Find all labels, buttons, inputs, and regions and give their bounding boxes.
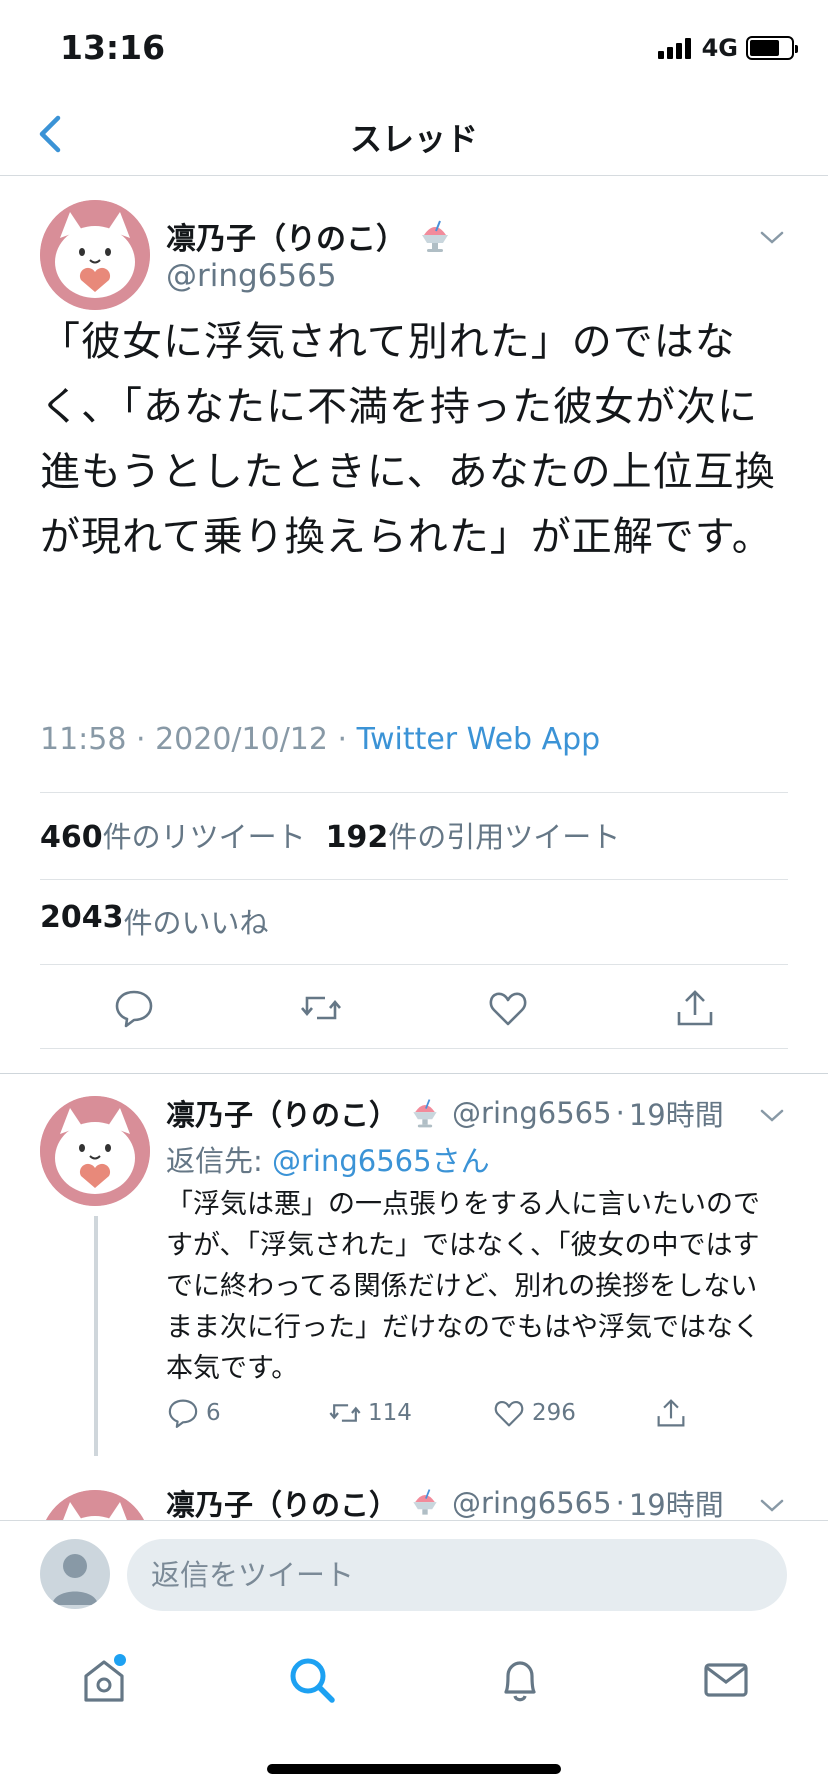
divider: [40, 1048, 788, 1049]
quote-label: 件の引用ツイート: [388, 820, 621, 854]
share-icon: [657, 1399, 685, 1427]
signal-icon: [657, 37, 694, 59]
tweet-text: 「浮気は悪」の一点張りをする人に言いたいのですが、「浮気された」ではなく、「彼女…: [166, 1189, 760, 1384]
separator-dot: ·: [615, 1486, 625, 1520]
tweet-time: 19時間: [628, 1098, 724, 1132]
next-tweet-header: 凛乃子（りのこ） @ring6565 · 19時間: [166, 1482, 724, 1520]
chevron-down-icon[interactable]: [756, 1106, 788, 1126]
reply-input[interactable]: [127, 1539, 787, 1611]
avatar[interactable]: [40, 200, 150, 310]
home-indicator: [267, 1764, 561, 1774]
separator-dot: ·: [615, 1096, 625, 1130]
reply-tweet[interactable]: 凛乃子（りのこ） @ring6565 · 19時間 返信先: @ring6565…: [0, 1074, 828, 1494]
chevron-down-icon[interactable]: [756, 1496, 788, 1516]
reply-to-label: 返信先:: [166, 1144, 272, 1178]
retweet-count: 460: [40, 820, 103, 855]
network-label: 4G: [701, 34, 738, 62]
cat-avatar-icon: [46, 1490, 144, 1520]
tweet-timestamp: 11:58 · 2020/10/12 ·: [40, 722, 357, 757]
compose-bar: [0, 1520, 828, 1630]
status-indicators: 4G: [657, 34, 798, 62]
tab-bar: [0, 1630, 828, 1792]
like-icon: [494, 1400, 524, 1427]
user-avatar[interactable]: [40, 1539, 110, 1609]
shaved-ice-emoji-icon: [413, 1099, 437, 1128]
reply-actions: 6 114 296: [166, 1396, 726, 1440]
retweets-stat[interactable]: 460件のリツイート: [40, 814, 306, 856]
retweet-icon[interactable]: [299, 986, 343, 1030]
tweet-actions: [40, 968, 788, 1048]
like-label: 件のいいね: [123, 906, 269, 940]
retweet-stats: 460件のリツイート 192件の引用ツイート: [40, 814, 640, 856]
retweet-action[interactable]: 114: [328, 1396, 412, 1430]
next-tweet[interactable]: 凛乃子（りのこ） @ring6565 · 19時間: [0, 1466, 828, 1520]
divider: [40, 964, 788, 965]
divider: [40, 879, 788, 880]
status-time: 13:16: [60, 28, 166, 67]
tweet-source-link[interactable]: Twitter Web App: [357, 722, 601, 757]
user-handle[interactable]: @ring6565: [166, 258, 337, 294]
quotes-stat[interactable]: 192件の引用ツイート: [326, 814, 621, 856]
share-action[interactable]: [654, 1396, 694, 1430]
display-name-text: 凛乃子（りのこ）: [166, 222, 406, 257]
tweet-meta: 11:58 · 2020/10/12 · Twitter Web App: [40, 722, 600, 757]
tweet-time: 19時間: [628, 1488, 724, 1520]
reply-count: 6: [206, 1400, 221, 1426]
share-icon[interactable]: [673, 986, 717, 1030]
retweet-label: 件のリツイート: [102, 820, 306, 854]
status-bar: 13:16 4G: [0, 0, 828, 100]
notifications-icon[interactable]: [490, 1650, 550, 1710]
reply-icon[interactable]: [112, 986, 156, 1030]
reply-icon: [168, 1399, 198, 1428]
divider: [40, 792, 788, 793]
cat-avatar-icon: [40, 200, 150, 310]
messages-icon[interactable]: [696, 1650, 756, 1710]
default-avatar-icon: [52, 1554, 98, 1605]
display-name[interactable]: 凛乃子（りのこ）: [166, 1482, 398, 1520]
like-count: 296: [532, 1400, 576, 1426]
retweet-count: 114: [368, 1400, 412, 1426]
reply-header: 凛乃子（りのこ） @ring6565 · 19時間: [166, 1092, 724, 1134]
shaved-ice-emoji-icon: [422, 220, 448, 252]
display-name[interactable]: 凛乃子（りのこ）: [166, 1092, 398, 1134]
reply-to-handle[interactable]: @ring6565さん: [272, 1144, 490, 1178]
tweet-text: 「彼女に浮気されて別れた」のではなく、「あなたに不満を持った彼女が次に進もうとし…: [40, 319, 776, 560]
like-icon[interactable]: [486, 986, 530, 1030]
thread-line: [94, 1216, 98, 1456]
reply-to: 返信先: @ring6565さん: [166, 1138, 490, 1180]
nav-header: スレッド: [0, 100, 828, 176]
battery-icon: [746, 36, 798, 60]
search-icon[interactable]: [282, 1650, 342, 1710]
user-handle[interactable]: @ring6565: [452, 1486, 612, 1520]
display-name[interactable]: 凛乃子（りのこ）: [166, 214, 454, 258]
home-icon[interactable]: [74, 1650, 134, 1710]
reply-action[interactable]: 6: [166, 1396, 221, 1430]
like-count: 2043: [40, 900, 124, 935]
like-action[interactable]: 296: [492, 1396, 576, 1430]
user-handle[interactable]: @ring6565: [452, 1096, 612, 1130]
avatar[interactable]: [40, 1490, 150, 1520]
shaved-ice-emoji-icon: [413, 1489, 437, 1515]
cat-avatar-icon: [40, 1096, 150, 1206]
avatar[interactable]: [40, 1096, 150, 1206]
chevron-down-icon[interactable]: [756, 228, 788, 248]
retweet-icon: [329, 1404, 361, 1422]
page-title: スレッド: [349, 120, 478, 158]
quote-count: 192: [325, 820, 389, 855]
like-stats[interactable]: 2043 件のいいね: [40, 900, 269, 942]
